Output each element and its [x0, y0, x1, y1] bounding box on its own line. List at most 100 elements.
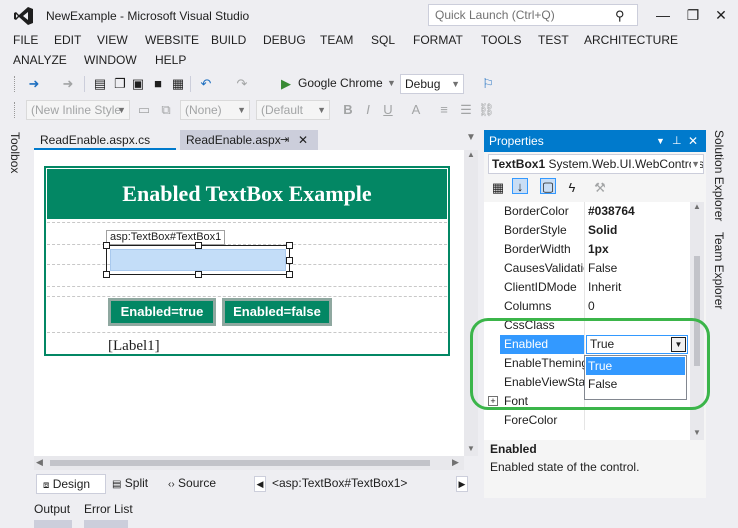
- resize-handle[interactable]: [195, 271, 202, 278]
- error-list-tab[interactable]: Error List: [84, 502, 133, 516]
- menu-analyze[interactable]: ANALYZE: [13, 53, 67, 67]
- split-view-tab[interactable]: ▤ Split: [106, 474, 160, 494]
- pin-icon[interactable]: ⇥: [280, 130, 289, 150]
- scroll-down-icon[interactable]: ▼: [693, 428, 701, 437]
- attach-style-icon[interactable]: ⧉: [158, 102, 174, 118]
- property-value[interactable]: Inherit: [588, 278, 688, 297]
- browser-chevron-down-icon[interactable]: ▼: [387, 78, 396, 88]
- textbox1-field[interactable]: [110, 249, 286, 271]
- resize-handle[interactable]: [103, 271, 110, 278]
- property-row-clientidmode[interactable]: ClientIDMode Inherit: [484, 278, 690, 297]
- tag-breadcrumb[interactable]: <asp:TextBox#TextBox1>: [272, 476, 407, 490]
- property-row-borderwidth[interactable]: BorderWidth 1px: [484, 240, 690, 259]
- events-icon[interactable]: ϟ: [564, 180, 580, 196]
- menu-build[interactable]: BUILD: [211, 33, 246, 47]
- source-view-tab[interactable]: ‹› Source: [162, 474, 232, 494]
- designer-horizontal-scrollbar[interactable]: ◀ ▶: [34, 456, 464, 470]
- scroll-down-icon[interactable]: ▼: [467, 444, 475, 453]
- resize-handle[interactable]: [286, 271, 293, 278]
- object-selector[interactable]: TextBox1 System.Web.UI.WebControls ▼: [488, 154, 704, 174]
- menu-website[interactable]: WEBSITE: [145, 33, 199, 47]
- property-row-bordercolor[interactable]: BorderColor #038764: [484, 202, 690, 221]
- save-icon[interactable]: ■: [150, 76, 166, 92]
- underline-icon[interactable]: U: [380, 102, 396, 118]
- property-row-borderstyle[interactable]: BorderStyle Solid: [484, 221, 690, 240]
- solution-explorer-tab[interactable]: Solution Explorer: [712, 130, 726, 221]
- menu-sql[interactable]: SQL: [371, 33, 395, 47]
- menu-edit[interactable]: EDIT: [54, 33, 81, 47]
- pin-icon[interactable]: ⊥: [672, 130, 682, 152]
- list-icon[interactable]: ☰: [458, 102, 474, 118]
- alphabetical-icon[interactable]: ↓: [512, 178, 528, 194]
- menu-help[interactable]: HELP: [155, 53, 186, 67]
- team-explorer-tab[interactable]: Team Explorer: [712, 232, 726, 309]
- textbox1-control[interactable]: [103, 242, 293, 278]
- menu-debug[interactable]: DEBUG: [263, 33, 306, 47]
- enabled-true-button[interactable]: Enabled=true: [108, 298, 216, 326]
- menu-test[interactable]: TEST: [538, 33, 569, 47]
- breadcrumb-right-arrow-icon[interactable]: ▶: [456, 476, 468, 492]
- align-icon[interactable]: ≡: [436, 102, 452, 118]
- toolbar-grip[interactable]: [14, 102, 17, 118]
- designer-vertical-scrollbar[interactable]: ▲ ▼: [464, 150, 478, 456]
- new-style-icon[interactable]: ▭: [136, 102, 152, 118]
- scroll-right-icon[interactable]: ▶: [452, 457, 459, 468]
- undo-icon[interactable]: ↶: [198, 76, 214, 92]
- property-row-columns[interactable]: Columns 0: [484, 297, 690, 316]
- back-icon[interactable]: ➜: [26, 76, 42, 92]
- new-item-icon[interactable]: ❐: [112, 76, 128, 92]
- save-all-icon[interactable]: ▦: [170, 76, 186, 92]
- property-value[interactable]: False: [588, 259, 688, 278]
- forward-icon[interactable]: ➜: [60, 76, 76, 92]
- scroll-thumb[interactable]: [50, 460, 430, 466]
- categorized-icon[interactable]: ▦: [490, 180, 506, 196]
- new-project-icon[interactable]: ▤: [92, 76, 108, 92]
- style-select[interactable]: (New Inline Style ▼: [26, 100, 130, 120]
- find-in-files-icon[interactable]: ⚐: [480, 76, 496, 92]
- scroll-up-icon[interactable]: ▲: [693, 202, 701, 211]
- properties-view-icon[interactable]: ▢: [540, 178, 556, 194]
- start-debug-icon[interactable]: ▶: [278, 76, 294, 92]
- close-tab-icon[interactable]: ✕: [298, 130, 308, 150]
- property-pages-icon[interactable]: ⚒: [592, 180, 608, 196]
- class-select[interactable]: (None) ▼: [180, 100, 250, 120]
- resize-handle[interactable]: [103, 242, 110, 249]
- toolbar-grip[interactable]: [14, 76, 17, 92]
- property-value[interactable]: Solid: [588, 221, 688, 240]
- layout-table[interactable]: Enabled TextBox Example asp:TextBox#Text…: [44, 166, 450, 356]
- property-row-forecolor[interactable]: ForeColor: [484, 411, 690, 430]
- tab-readenable-aspx-cs[interactable]: ReadEnable.aspx.cs: [34, 130, 176, 150]
- menu-architecture[interactable]: ARCHITECTURE: [584, 33, 678, 47]
- toolbox-tab[interactable]: Toolbox: [8, 132, 22, 173]
- tab-readenable-aspx[interactable]: ReadEnable.aspx ⇥ ✕: [180, 130, 318, 150]
- configuration-select[interactable]: Debug ▼: [400, 74, 464, 94]
- scroll-left-icon[interactable]: ◀: [36, 457, 43, 468]
- property-value[interactable]: #038764: [588, 202, 688, 221]
- redo-icon[interactable]: ↷: [234, 76, 250, 92]
- scroll-up-icon[interactable]: ▲: [467, 150, 475, 159]
- close-button[interactable]: ✕: [708, 4, 734, 26]
- menu-view[interactable]: VIEW: [97, 33, 128, 47]
- design-surface[interactable]: Enabled TextBox Example asp:TextBox#Text…: [34, 150, 464, 456]
- breadcrumb-left-arrow-icon[interactable]: ◀: [254, 476, 266, 492]
- resize-handle[interactable]: [286, 257, 293, 264]
- close-panel-icon[interactable]: ✕: [688, 130, 698, 152]
- resize-handle[interactable]: [195, 242, 202, 249]
- menu-format[interactable]: FORMAT: [413, 33, 463, 47]
- menu-window[interactable]: WINDOW: [84, 53, 137, 67]
- property-row-causesvalidation[interactable]: CausesValidation False: [484, 259, 690, 278]
- browser-selector[interactable]: Google Chrome: [298, 76, 383, 90]
- bold-icon[interactable]: B: [340, 102, 356, 118]
- italic-icon[interactable]: I: [360, 102, 376, 118]
- restore-button[interactable]: ❐: [680, 4, 706, 26]
- resize-handle[interactable]: [286, 242, 293, 249]
- property-value[interactable]: 0: [588, 297, 688, 316]
- output-tab[interactable]: Output: [34, 502, 70, 516]
- menu-file[interactable]: FILE: [13, 33, 38, 47]
- label1-control[interactable]: [Label1]: [108, 338, 160, 355]
- tab-overflow-chevron-icon[interactable]: ▼: [466, 132, 476, 143]
- enabled-false-button[interactable]: Enabled=false: [222, 298, 332, 326]
- quick-launch-input[interactable]: Quick Launch (Ctrl+Q) ⚲: [428, 4, 638, 26]
- minimize-button[interactable]: —: [650, 4, 676, 26]
- property-value[interactable]: 1px: [588, 240, 688, 259]
